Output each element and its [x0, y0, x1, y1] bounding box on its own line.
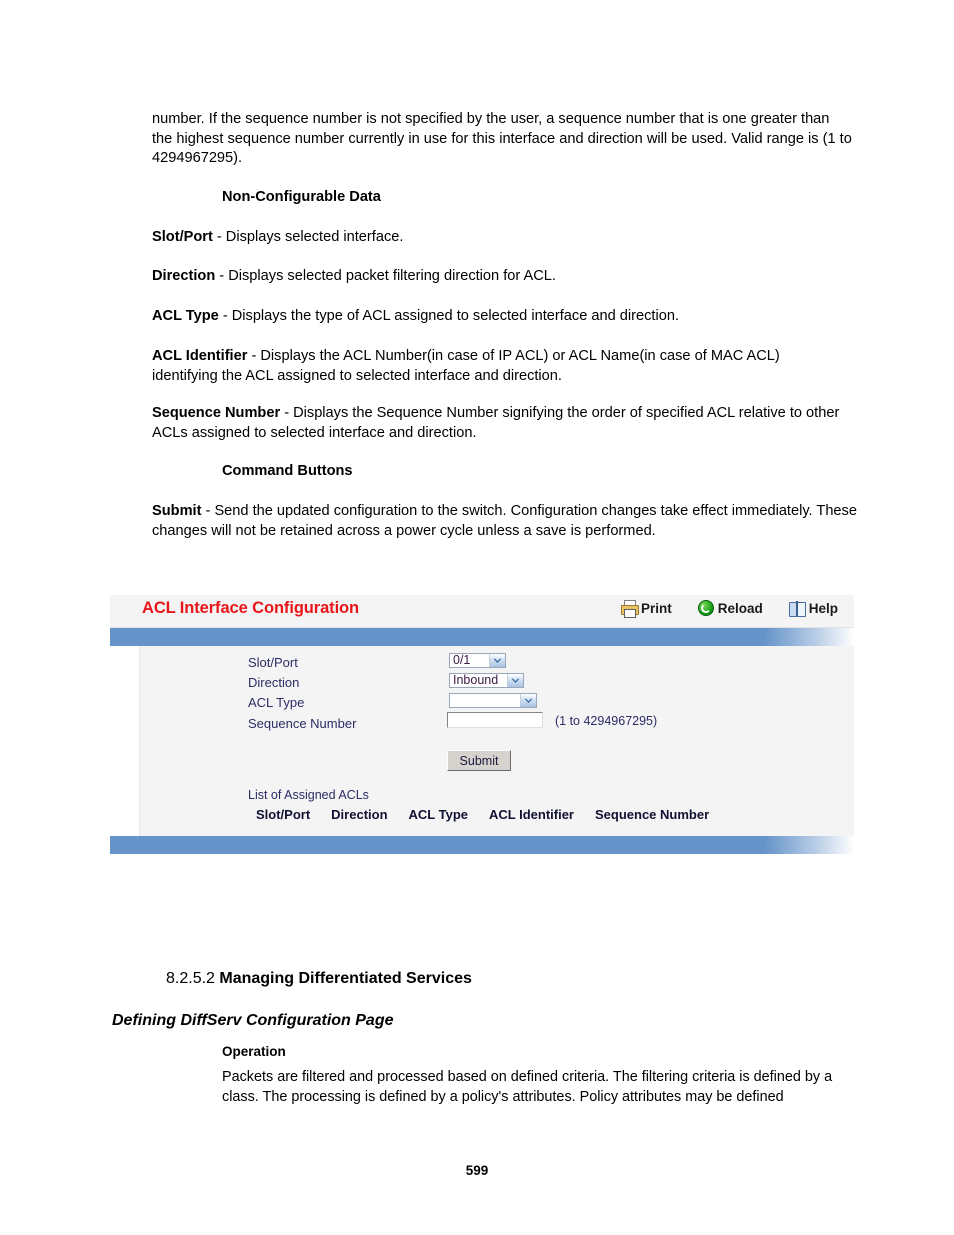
acl-interface-configuration-panel: ACL Interface Configuration Print Reload… [110, 595, 854, 855]
print-button-label: Print [640, 600, 672, 616]
acl-type-select-value [450, 694, 520, 707]
sequence-number-definition: Sequence Number - Displays the Sequence … [152, 404, 858, 443]
submit-definition: Submit - Send the updated configuration … [152, 502, 860, 541]
acl-type-term: ACL Type [152, 308, 219, 324]
panel-header: ACL Interface Configuration Print Reload… [110, 595, 854, 628]
column-header-slot-port: Slot/Port [256, 807, 311, 822]
column-header-direction: Direction [331, 807, 388, 822]
reload-button-label: Reload [717, 600, 763, 616]
slot-port-description: - Displays selected interface. [212, 229, 404, 245]
acl-type-description: - Displays the type of ACL assigned to s… [218, 308, 679, 324]
slot-port-definition: Slot/Port - Displays selected interface. [152, 228, 852, 248]
acl-identifier-definition: ACL Identifier - Displays the ACL Number… [152, 347, 842, 386]
page-number: 599 [465, 1163, 489, 1178]
direction-select-value: Inbound [453, 673, 499, 687]
acl-identifier-description: - Displays the ACL Number(in case of IP … [152, 348, 780, 384]
section-heading: 8.2.5.2 Managing Differentiated Services [166, 970, 472, 988]
subsection-heading: Defining DiffServ Configuration Page [112, 1012, 394, 1029]
non-configurable-data-heading: Non-Configurable Data [222, 189, 381, 205]
acl-identifier-term: ACL Identifier [152, 348, 248, 364]
acl-type-field-label: ACL Type [248, 695, 305, 710]
panel-body: Slot/Port Direction ACL Type Sequence Nu… [110, 646, 854, 836]
command-buttons-heading: Command Buttons [222, 463, 353, 479]
panel-left-gutter [111, 646, 140, 836]
section-title: Managing Differentiated Services [219, 970, 472, 987]
print-button[interactable]: Print [620, 600, 672, 618]
submit-button[interactable]: Submit [447, 750, 511, 771]
help-book-icon [788, 600, 806, 617]
reload-button[interactable]: Reload [697, 600, 763, 616]
accent-bar-bottom [110, 836, 854, 854]
acl-type-definition: ACL Type - Displays the type of ACL assi… [152, 307, 852, 327]
direction-select[interactable]: Inbound [449, 673, 524, 688]
submit-term: Submit [152, 503, 202, 519]
reload-icon [697, 600, 714, 616]
column-header-acl-identifier: ACL Identifier [489, 807, 574, 822]
assigned-acls-table-header: Slot/Port Direction ACL Type ACL Identif… [256, 807, 709, 822]
acl-type-select[interactable] [449, 693, 537, 708]
direction-description: - Displays selected packet filtering dir… [215, 268, 556, 284]
panel-action-bar: Print Reload Help [620, 600, 838, 618]
slot-port-select-value: 0/1 [453, 653, 471, 667]
chevron-down-icon[interactable] [520, 694, 536, 707]
submit-description: - Send the updated configuration to the … [152, 503, 857, 539]
sequence-number-input[interactable] [447, 712, 543, 728]
accent-bar-top [110, 628, 854, 646]
sequence-number-term: Sequence Number [152, 405, 281, 421]
operation-heading: Operation [222, 1044, 286, 1059]
help-button-label: Help [808, 600, 838, 616]
sequence-number-field-label: Sequence Number [248, 716, 357, 731]
intro-paragraph: number. If the sequence number is not sp… [152, 111, 852, 166]
direction-term: Direction [152, 268, 216, 284]
section-number: 8.2.5.2 [166, 970, 220, 987]
page-title: ACL Interface Configuration [142, 599, 360, 617]
slot-port-select[interactable]: 0/1 [449, 653, 506, 668]
slot-port-field-label: Slot/Port [248, 655, 298, 670]
help-button[interactable]: Help [788, 600, 838, 617]
direction-field-label: Direction [248, 675, 300, 690]
column-header-sequence-number: Sequence Number [595, 807, 710, 822]
chevron-down-icon[interactable] [507, 674, 523, 687]
sequence-number-range-hint: (1 to 4294967295) [555, 714, 658, 728]
slot-port-term: Slot/Port [152, 229, 213, 245]
chevron-down-icon[interactable] [489, 654, 505, 667]
printer-icon [620, 600, 639, 618]
operation-paragraph: Packets are filtered and processed based… [222, 1069, 833, 1105]
direction-definition: Direction - Displays selected packet fil… [152, 267, 852, 287]
column-header-acl-type: ACL Type [408, 807, 468, 822]
assigned-acls-caption: List of Assigned ACLs [248, 788, 369, 802]
